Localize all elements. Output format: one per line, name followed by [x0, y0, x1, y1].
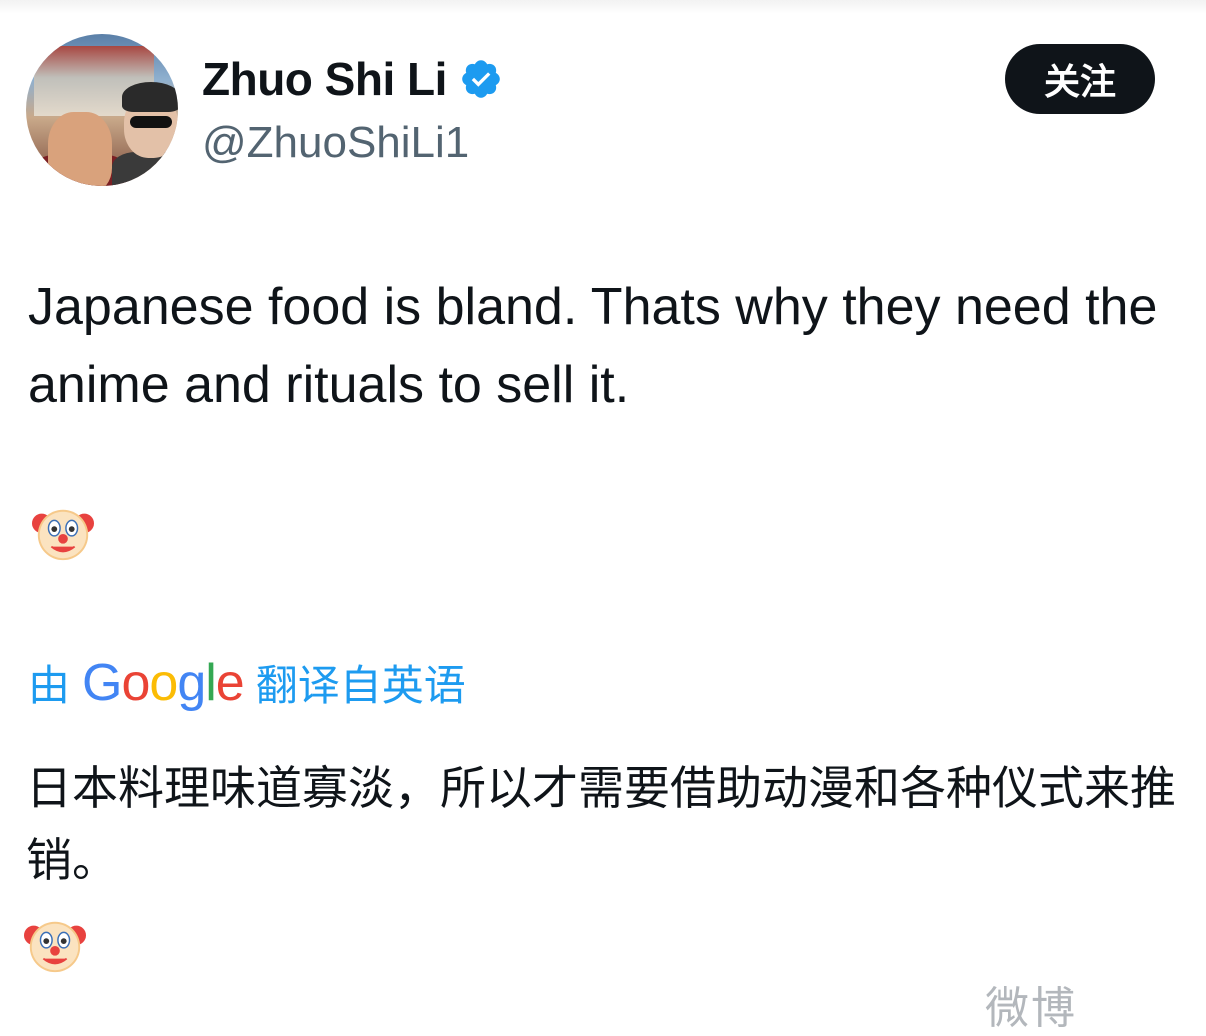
clown-face-icon: [32, 509, 94, 561]
avatar-person-left: [48, 112, 112, 186]
avatar-glasses: [130, 116, 172, 128]
top-strip: [0, 0, 1206, 14]
verified-badge-icon: [462, 60, 500, 98]
avatar-hair: [122, 82, 178, 112]
translated-text: 日本料理味道寡淡，所以才需要借助动漫和各种仪式来推销。: [26, 761, 1176, 887]
google-logo: Google: [82, 653, 245, 712]
display-name-row[interactable]: Zhuo Shi Li: [202, 52, 503, 106]
tweet-text: Japanese food is bland. Thats why they n…: [28, 278, 1158, 414]
avatar[interactable]: [26, 34, 178, 186]
translation-prefix: 由: [28, 661, 71, 710]
clown-face-icon: [24, 921, 86, 973]
follow-button[interactable]: 关注: [1005, 44, 1155, 114]
watermark: 微博: [985, 983, 1077, 1034]
user-handle[interactable]: @ZhuoShiLi1: [202, 118, 469, 168]
display-name[interactable]: Zhuo Shi Li: [202, 52, 447, 106]
translation-suffix: 翻译自英语: [255, 661, 466, 710]
translation-attribution[interactable]: 由 Google 翻译自英语: [28, 652, 466, 713]
